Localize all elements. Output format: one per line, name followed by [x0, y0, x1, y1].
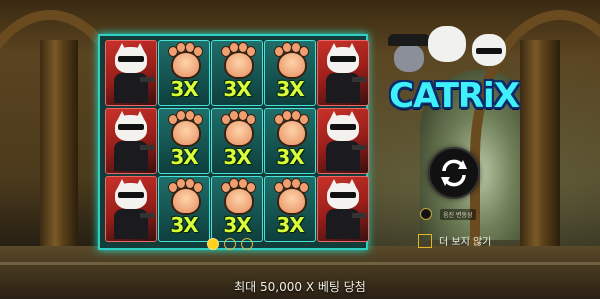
page-indicator — [207, 238, 253, 250]
background-scene: 3X 3X 3X 3X 3X 3X 3X 3X 3X CATRiX 음진 변동성 더 보지 않기… — [0, 0, 600, 299]
sunglasses-icon — [330, 56, 356, 62]
multiplier-label: 3X — [276, 213, 304, 237]
paw-multiplier-symbol: 3X — [211, 40, 263, 106]
multiplier-label: 3X — [223, 213, 251, 237]
dont-show-label: 더 보지 않기 — [439, 237, 492, 248]
pistol-icon — [352, 77, 366, 82]
sunglasses-icon — [118, 192, 144, 198]
dont-show-checkbox[interactable] — [418, 233, 432, 248]
wave-icon[interactable] — [420, 208, 432, 220]
fedora-hat-icon — [388, 34, 430, 46]
logo-cat-left — [394, 44, 424, 72]
multiplier-label: 3X — [276, 77, 304, 101]
paw-multiplier-symbol: 3X — [264, 176, 316, 242]
multiplier-label: 3X — [223, 145, 251, 169]
logo-cat-center — [428, 26, 466, 62]
agent-cat-symbol — [317, 40, 369, 106]
rail-line — [0, 262, 600, 265]
dont-show-row[interactable]: 더 보지 않기 — [418, 233, 491, 248]
multiplier-label: 3X — [170, 77, 198, 101]
reel-board: 3X 3X 3X 3X 3X 3X 3X 3X 3X — [98, 34, 369, 250]
paw-multiplier-symbol: 3X — [158, 40, 210, 106]
refresh-arrows-icon — [441, 159, 467, 187]
agent-cat-symbol — [105, 176, 157, 242]
paw-multiplier-symbol: 3X — [264, 108, 316, 174]
sunglasses-icon — [476, 48, 502, 54]
page-dot[interactable] — [207, 238, 219, 250]
paw-multiplier-symbol: 3X — [264, 40, 316, 106]
multiplier-label: 3X — [170, 145, 198, 169]
paw-toe — [193, 182, 203, 193]
pistol-icon — [140, 213, 154, 218]
paw-multiplier-symbol: 3X — [158, 108, 210, 174]
spin-button[interactable] — [428, 147, 480, 199]
pillar-right — [520, 40, 560, 255]
logo-cats-art — [388, 20, 518, 80]
pistol-icon — [140, 77, 154, 82]
paw-multiplier-symbol: 3X — [158, 176, 210, 242]
volatility-label: 음진 변동성 — [440, 208, 476, 220]
multiplier-label: 3X — [223, 77, 251, 101]
sunglasses-icon — [330, 124, 356, 130]
paw-toe — [299, 182, 309, 193]
page-dot[interactable] — [224, 238, 236, 250]
agent-cat-symbol — [317, 108, 369, 174]
pistol-icon — [352, 213, 366, 218]
paw-multiplier-symbol: 3X — [211, 108, 263, 174]
sunglasses-icon — [118, 124, 144, 130]
game-logo: CATRiX — [389, 76, 520, 116]
page-dot[interactable] — [241, 238, 253, 250]
volatility-row: 음진 변동성 — [420, 208, 476, 220]
paw-toe — [193, 46, 203, 57]
pillar-left — [40, 40, 78, 255]
pistol-icon — [352, 145, 366, 150]
sunglasses-icon — [330, 192, 356, 198]
agent-cat-symbol — [317, 176, 369, 242]
paw-toe — [299, 114, 309, 125]
pistol-icon — [140, 145, 154, 150]
multiplier-label: 3X — [276, 145, 304, 169]
paw-toe — [193, 114, 203, 125]
agent-cat-symbol — [105, 108, 157, 174]
paw-multiplier-symbol: 3X — [211, 176, 263, 242]
paw-toe — [246, 182, 256, 193]
paw-toe — [246, 114, 256, 125]
paw-toe — [246, 46, 256, 57]
agent-cat-symbol — [105, 40, 157, 106]
max-win-text: 최대 50,000 X 베팅 당첨 — [234, 280, 366, 294]
paw-toe — [299, 46, 309, 57]
multiplier-label: 3X — [170, 213, 198, 237]
sunglasses-icon — [118, 56, 144, 62]
